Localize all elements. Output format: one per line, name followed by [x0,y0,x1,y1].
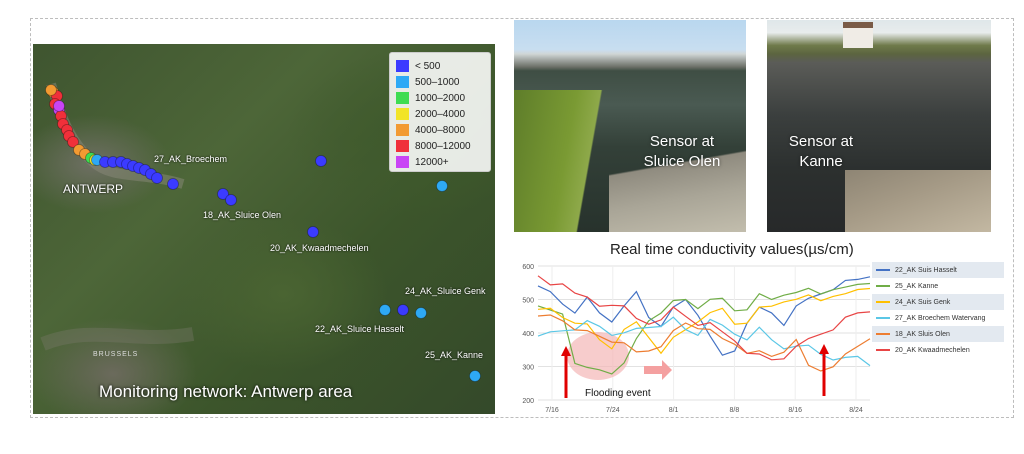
station-marker [469,370,481,382]
flood-arrow [644,360,672,380]
chart-legend-label: 20_AK Kwaadmechelen [895,346,970,354]
x-tick-label: 7/16 [545,407,559,414]
legend-label: 500–1000 [415,76,460,88]
x-tick-label: 8/16 [788,407,802,414]
station-marker [151,172,163,184]
station-marker [436,180,448,192]
map-legend: < 500 500–1000 1000–2000 2000–4000 4000–8000… [389,52,491,172]
station-label-kwaadmechelen: 20_AK_Kwaadmechelen [270,243,369,253]
chart-legend-item: 25_AK Kanne [872,278,1004,294]
y-tick-label: 200 [522,398,534,405]
legend-swatch [396,156,409,168]
legend-label: 12000+ [415,156,449,168]
chart-legend-item: 20_AK Kwaadmechelen [872,342,1004,358]
legend-label: < 500 [415,60,441,72]
chart-legend: 22_AK Suis Hasselt 25_AK Kanne 24_AK Suis … [872,262,1004,358]
station-marker [225,194,237,206]
station-label-genk: 24_AK_Sluice Genk [405,286,486,296]
station-marker [397,304,409,316]
legend-swatch [396,124,409,136]
kanne-wall [845,170,991,232]
legend-swatch [396,140,409,152]
y-tick-label: 400 [522,331,534,338]
legend-item: 8000–12000 [396,139,471,153]
chart-legend-item: 27_AK Broechem Watervang [872,310,1004,326]
legend-item: 500–1000 [396,75,460,89]
chart-legend-swatch [876,301,890,303]
legend-swatch [396,76,409,88]
chart-legend-swatch [876,317,890,319]
urban-shape [40,327,195,351]
station-label-olen: 18_AK_Sluice Olen [203,210,282,220]
y-tick-label: 500 [522,298,534,305]
chart-legend-label: 25_AK Kanne [895,282,939,290]
station-marker [167,178,179,190]
x-tick-label: 7/24 [606,407,620,414]
chart-legend-label: 27_AK Broechem Watervang [895,314,986,322]
chart-legend-swatch [876,285,890,287]
station-marker [307,226,319,238]
station-marker [53,100,65,112]
caption-kanne-line2: Kanne [799,153,843,170]
city-label: ANTWERP [63,182,123,196]
legend-label: 1000–2000 [415,92,466,104]
legend-item: < 500 [396,59,440,73]
legend-label: 4000–8000 [415,124,466,136]
brussels-label: BRUSSELS [93,351,139,358]
chart-legend-swatch [876,333,890,335]
legend-swatch [396,60,409,72]
chart-legend-item: 18_AK Sluis Olen [872,326,1004,342]
chart-legend-item: 22_AK Suis Hasselt [872,262,1004,278]
house-shape [843,22,873,48]
caption-kanne: Sensor at Kanne [771,132,871,172]
chart-legend-swatch [876,269,890,271]
chart-legend-label: 22_AK Suis Hasselt [895,266,957,274]
y-tick-label: 300 [522,365,534,372]
chart-legend-swatch [876,349,890,351]
x-tick-label: 8/1 [669,407,679,414]
legend-label: 2000–4000 [415,108,466,120]
y-tick-label: 600 [522,264,534,271]
chart-legend-label: 18_AK Sluis Olen [895,330,950,338]
legend-item: 4000–8000 [396,123,465,137]
station-label-kanne: 25_AK_Kanne [425,350,484,360]
station-marker [415,307,427,319]
legend-swatch [396,108,409,120]
station-marker [379,304,391,316]
chart-legend-item: 24_AK Suis Genk [872,294,1004,310]
monitoring-map: < 500 500–1000 1000–2000 2000–4000 4000–8000… [33,44,495,414]
caption-olen-line2: Sluice Olen [643,153,721,170]
legend-swatch [396,92,409,104]
event-marker-head [819,344,829,354]
chart-title: Real time conductivity values(µs/cm) [610,241,854,258]
station-label-hasselt: 22_AK_Sluice Hasselt [315,324,405,334]
station-marker [45,84,57,96]
station-label-broechem: 27_AK_Broechem [154,154,228,164]
legend-item: 12000+ [396,155,449,169]
caption-kanne-line1: Sensor at [788,133,854,150]
chart-legend-label: 24_AK Suis Genk [895,298,951,306]
flooding-annotation: Flooding event [585,388,651,399]
x-tick-label: 8/24 [849,407,863,414]
legend-label: 8000–12000 [415,140,471,152]
station-marker [315,155,327,167]
map-title: Monitoring network: Antwerp area [99,382,353,401]
caption-olen: Sensor at Sluice Olen [622,132,742,172]
caption-olen-line1: Sensor at [649,133,715,150]
conductivity-chart: 200 300 400 500 600 7/16 7/24 8/1 8/8 8/16 8/24 [522,264,871,414]
flood-highlight [567,332,629,380]
legend-item: 2000–4000 [396,107,465,121]
photo-kanne: Sensor at Kanne [767,20,991,232]
legend-item: 1000–2000 [396,91,465,105]
x-tick-label: 8/8 [730,407,740,414]
photo-sluice-olen: Sensor at Sluice Olen [514,20,746,232]
